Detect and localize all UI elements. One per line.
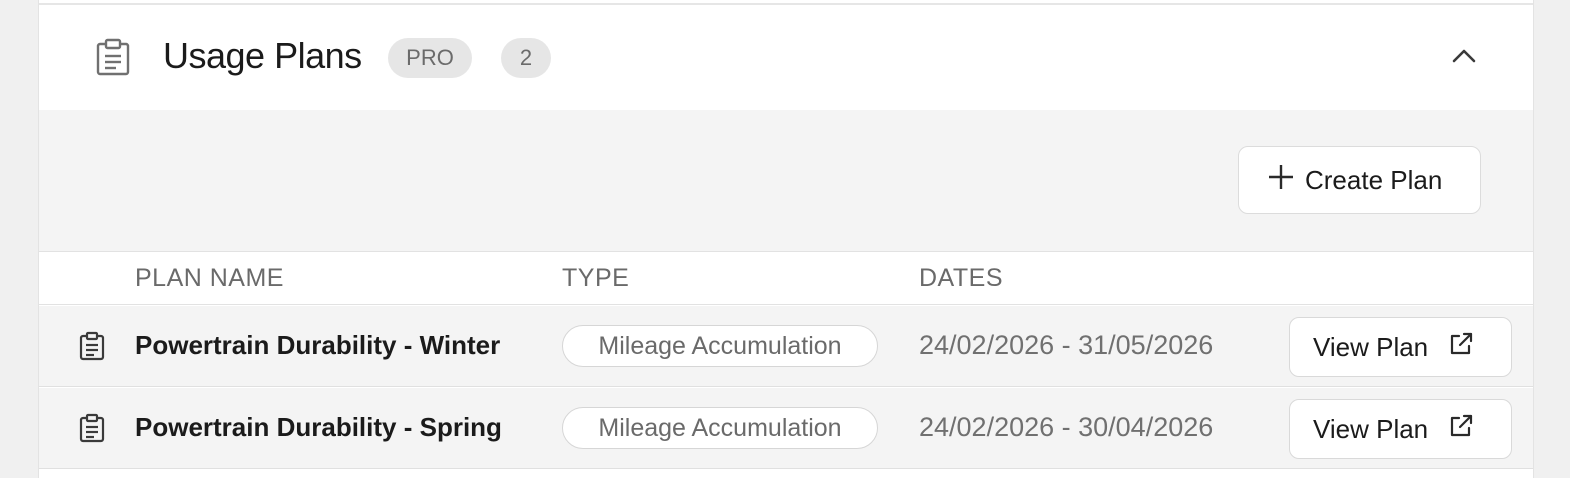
chevron-up-icon: [1452, 49, 1476, 68]
column-header-type: TYPE: [562, 264, 630, 292]
column-header-dates: DATES: [919, 264, 1003, 292]
clipboard-icon: [95, 38, 131, 76]
external-link-icon: [1444, 331, 1474, 364]
toolbar: Create Plan: [39, 110, 1533, 251]
create-plan-button[interactable]: Create Plan: [1238, 146, 1481, 214]
section-title: Usage Plans: [163, 35, 362, 76]
table-row: Powertrain Durability - Spring Mileage A…: [39, 388, 1533, 469]
plan-name: Powertrain Durability - Spring: [135, 412, 502, 442]
create-plan-label: Create Plan: [1305, 164, 1443, 195]
plan-name: Powertrain Durability - Winter: [135, 330, 501, 360]
count-badge: 2: [501, 38, 551, 78]
view-plan-label: View Plan: [1313, 413, 1429, 444]
view-plan-button[interactable]: View Plan: [1289, 317, 1512, 377]
plan-type-badge: Mileage Accumulation: [562, 325, 878, 367]
view-plan-button[interactable]: View Plan: [1289, 399, 1512, 459]
usage-plans-panel: Usage Plans PRO 2 Create Plan PLAN NAME …: [38, 0, 1534, 478]
plus-icon: [1268, 164, 1294, 196]
section-header: Usage Plans PRO 2: [39, 5, 1533, 110]
collapse-button[interactable]: [1442, 38, 1486, 78]
plan-dates: 24/02/2026 - 30/04/2026: [919, 412, 1214, 442]
column-header-plan-name: PLAN NAME: [135, 264, 284, 292]
clipboard-icon: [79, 413, 105, 443]
view-plan-label: View Plan: [1313, 331, 1429, 362]
plan-type-badge: Mileage Accumulation: [562, 407, 878, 449]
clipboard-icon: [79, 331, 105, 361]
table-header: PLAN NAME TYPE DATES: [39, 251, 1533, 305]
table-row: Powertrain Durability - Winter Mileage A…: [39, 306, 1533, 387]
external-link-icon: [1444, 413, 1474, 446]
plan-dates: 24/02/2026 - 31/05/2026: [919, 330, 1214, 360]
pro-badge: PRO: [388, 38, 472, 78]
